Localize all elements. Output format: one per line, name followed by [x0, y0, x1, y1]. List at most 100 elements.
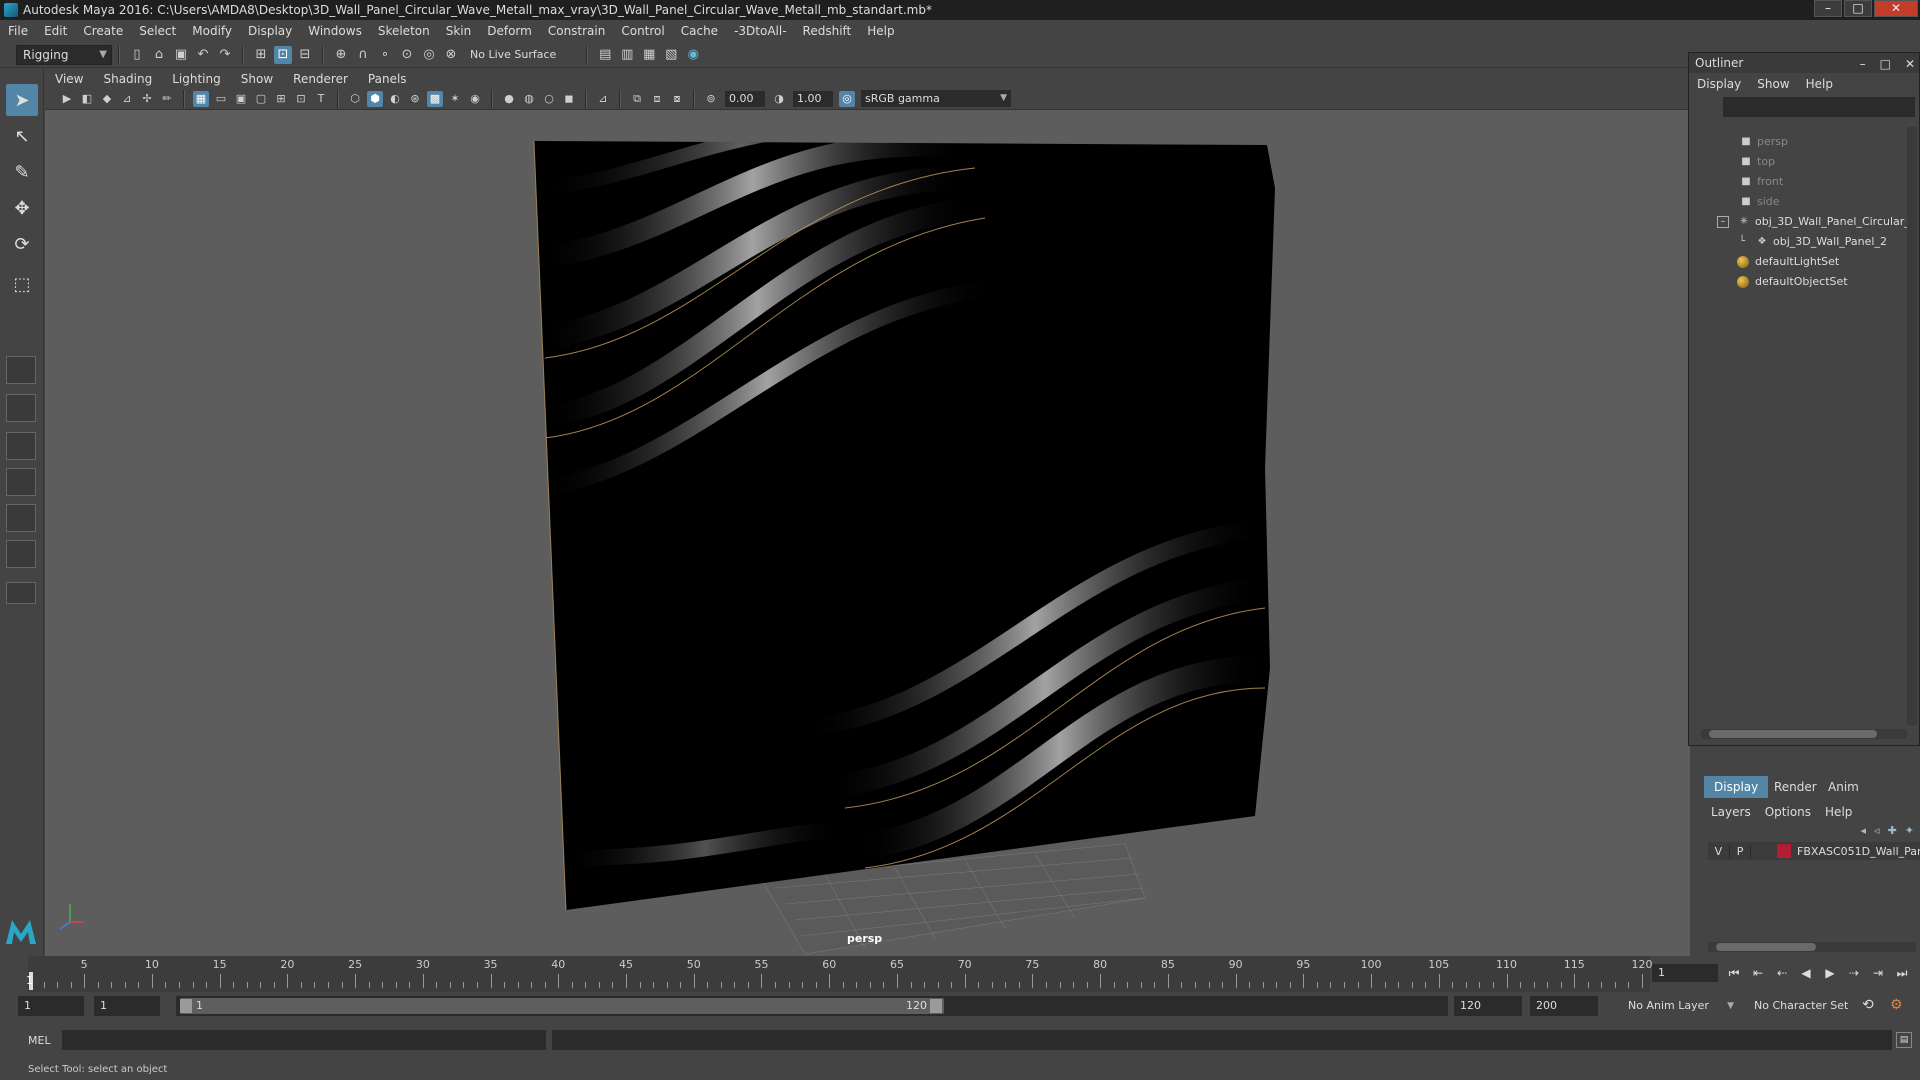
- range-slider-fill[interactable]: [180, 998, 944, 1014]
- menu-cache[interactable]: Cache: [673, 20, 726, 42]
- snap-curve-icon[interactable]: ∩: [354, 46, 372, 64]
- color-management-icon[interactable]: ◎: [839, 90, 855, 107]
- outliner-item-mesh[interactable]: └ ❖ obj_3D_Wall_Panel_2: [1733, 233, 1887, 251]
- new-layer-from-selected-icon[interactable]: ✦: [1905, 824, 1914, 837]
- mel-label[interactable]: MEL: [28, 1034, 51, 1047]
- layer-menu-help[interactable]: Help: [1818, 805, 1859, 819]
- color-space-dropdown[interactable]: sRGB gamma ▼: [861, 90, 1011, 107]
- step-back-key-icon[interactable]: ⇤: [1748, 964, 1768, 982]
- outliner-menu-help[interactable]: Help: [1798, 73, 1841, 95]
- menu-modify[interactable]: Modify: [184, 20, 240, 42]
- save-scene-icon[interactable]: ▣: [172, 46, 190, 64]
- menu-control[interactable]: Control: [613, 20, 672, 42]
- close-button[interactable]: ✕: [1874, 0, 1918, 17]
- move-layer-down-icon[interactable]: ◃: [1874, 824, 1880, 837]
- outliner-vertical-scrollbar[interactable]: [1907, 127, 1917, 725]
- maximize-button[interactable]: □: [1844, 0, 1872, 17]
- menu-redshift[interactable]: Redshift: [795, 20, 860, 42]
- viewport-persp[interactable]: [45, 68, 1690, 956]
- ipr-render-icon[interactable]: ▥: [618, 46, 636, 64]
- film-gate-icon[interactable]: ▭: [213, 91, 229, 107]
- lasso-tool-icon[interactable]: ↖: [6, 120, 38, 152]
- anim-layer-dropdown[interactable]: No Anim Layer ▼: [1622, 996, 1738, 1016]
- four-pane-layout-icon[interactable]: [6, 394, 36, 422]
- play-backward-icon[interactable]: ◀: [1796, 964, 1816, 982]
- step-back-frame-icon[interactable]: ⇠: [1772, 964, 1792, 982]
- layer-color-swatch[interactable]: [1777, 844, 1792, 858]
- layer-row[interactable]: V P FBXASC051D_Wall_Par: [1708, 842, 1920, 860]
- menu-create[interactable]: Create: [75, 20, 131, 42]
- outliner-item-group[interactable]: – ✳ obj_3D_Wall_Panel_Circular_: [1717, 213, 1910, 231]
- snap-live-icon[interactable]: ⊗: [442, 46, 460, 64]
- go-to-end-icon[interactable]: ⏭: [1892, 964, 1912, 982]
- render-view-icon[interactable]: ◉: [684, 46, 702, 64]
- select-tool-icon[interactable]: ➤: [6, 84, 38, 116]
- outliner-minimize-icon[interactable]: –: [1860, 54, 1866, 74]
- step-forward-frame-icon[interactable]: ⇢: [1844, 964, 1864, 982]
- snap-view-icon[interactable]: ⊙: [398, 46, 416, 64]
- menu-3dtoall[interactable]: -3DtoAll-: [726, 20, 794, 42]
- menu-skeleton[interactable]: Skeleton: [370, 20, 438, 42]
- character-set-dropdown[interactable]: No Character Set: [1748, 996, 1856, 1016]
- single-pane-layout-icon[interactable]: [6, 356, 36, 384]
- outliner-item-side[interactable]: ■ side: [1739, 193, 1779, 211]
- undo-icon[interactable]: ↶: [194, 46, 212, 64]
- menu-file[interactable]: File: [0, 20, 36, 42]
- live-surface-label[interactable]: No Live Surface: [470, 48, 556, 61]
- outliner-menu-show[interactable]: Show: [1749, 73, 1797, 95]
- xray-joints-icon[interactable]: ⧈: [649, 91, 665, 107]
- grid-toggle-icon[interactable]: ▦: [193, 90, 209, 107]
- snap-grid-icon[interactable]: ⊕: [332, 46, 350, 64]
- use-all-lights-icon[interactable]: ✶: [447, 91, 463, 107]
- menuset-dropdown[interactable]: Rigging ▼: [16, 44, 112, 65]
- tab-display[interactable]: Display: [1704, 776, 1769, 798]
- animation-preferences-icon[interactable]: ⚙: [1890, 997, 1903, 1013]
- select-hierarchy-icon[interactable]: ⊞: [252, 46, 270, 64]
- xray-icon[interactable]: ⧉: [629, 91, 645, 107]
- menu-edit[interactable]: Edit: [36, 20, 75, 42]
- outliner-close-icon[interactable]: ✕: [1905, 54, 1915, 74]
- mel-command-input[interactable]: [62, 1030, 546, 1050]
- anti-aliasing-icon[interactable]: ○: [541, 91, 557, 107]
- xray-components-icon[interactable]: ⧇: [669, 91, 685, 107]
- image-plane-icon[interactable]: ⊿: [119, 91, 135, 107]
- go-to-start-icon[interactable]: ⏮: [1724, 964, 1744, 982]
- auto-key-icon[interactable]: ⟲: [1862, 997, 1874, 1013]
- smooth-shade-icon[interactable]: ⬢: [367, 90, 383, 107]
- isolate-select-icon[interactable]: ⊿: [595, 91, 611, 107]
- outliner-item-front[interactable]: ■ front: [1739, 173, 1783, 191]
- outliner-item-default-object-set[interactable]: defaultObjectSet: [1737, 273, 1848, 291]
- outliner-item-default-light-set[interactable]: defaultLightSet: [1737, 253, 1839, 271]
- outliner-maximize-icon[interactable]: □: [1880, 54, 1891, 74]
- camera-select-icon[interactable]: ▶: [59, 91, 75, 107]
- minimize-button[interactable]: –: [1814, 0, 1842, 17]
- render-frame-icon[interactable]: ▤: [596, 46, 614, 64]
- menu-display[interactable]: Display: [240, 20, 300, 42]
- side-by-side-layout-icon[interactable]: [6, 432, 36, 460]
- menu-windows[interactable]: Windows: [300, 20, 370, 42]
- new-scene-icon[interactable]: ▯: [128, 46, 146, 64]
- wireframe-icon[interactable]: ⬡: [347, 91, 363, 107]
- vp-menu-view[interactable]: View: [45, 68, 93, 90]
- move-layer-up-icon[interactable]: ◂: [1861, 824, 1867, 837]
- time-slider[interactable]: 5 10 15 20 25 30 35 40 45 50 55 60 65 70 75 80 85 90 95 100…: [0, 956, 1920, 992]
- motion-blur-icon[interactable]: ◍: [521, 91, 537, 107]
- menu-constrain[interactable]: Constrain: [540, 20, 614, 42]
- move-tool-icon[interactable]: ✥: [6, 192, 38, 224]
- safe-title-icon[interactable]: T: [313, 91, 329, 107]
- layer-visibility-toggle[interactable]: V: [1708, 844, 1730, 858]
- current-frame-field[interactable]: 1: [1652, 964, 1718, 982]
- outliner-graph-layout-icon[interactable]: [6, 540, 36, 568]
- outliner-horizontal-scrollbar[interactable]: [1701, 729, 1907, 739]
- gate-mask-icon[interactable]: ▢: [253, 91, 269, 107]
- paint-select-tool-icon[interactable]: ✎: [6, 156, 38, 188]
- shadows-icon[interactable]: ◉: [467, 91, 483, 107]
- outliner-item-top[interactable]: ■ top: [1739, 153, 1775, 171]
- depth-of-field-icon[interactable]: ◼: [561, 91, 577, 107]
- vp-menu-renderer[interactable]: Renderer: [283, 68, 358, 90]
- range-start-handle[interactable]: [180, 999, 192, 1013]
- script-editor-icon[interactable]: ▤: [1896, 1032, 1912, 1048]
- screen-space-ao-icon[interactable]: ●: [501, 91, 517, 107]
- vp-menu-lighting[interactable]: Lighting: [162, 68, 231, 90]
- layer-playback-toggle[interactable]: P: [1730, 844, 1752, 858]
